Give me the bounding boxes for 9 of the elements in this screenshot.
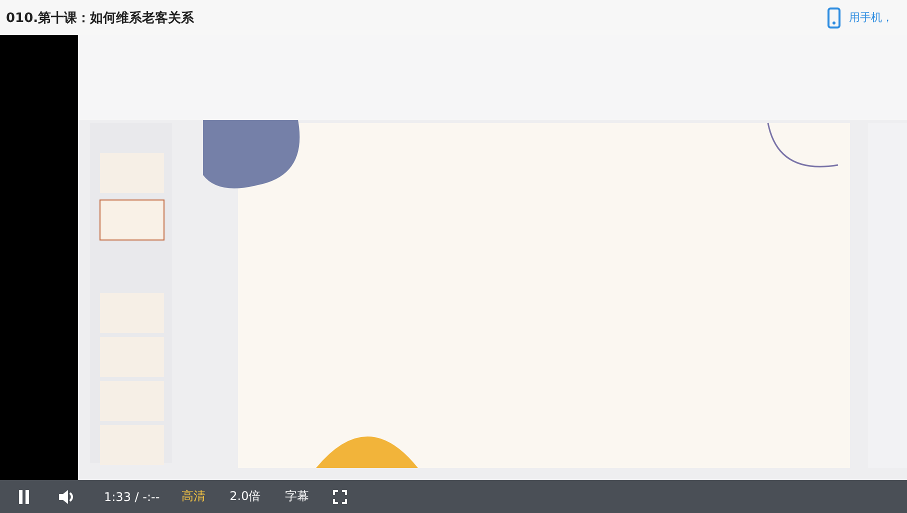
quality-button[interactable]: 高清 <box>182 488 206 505</box>
playback-time: 1:33 / -:-- <box>104 490 160 504</box>
subtitles-button[interactable]: 字幕 <box>284 488 309 505</box>
volume-button[interactable] <box>58 488 76 504</box>
phone-icon <box>827 6 841 28</box>
course-title: 010.第十课：如何维系老客关系 <box>6 10 194 26</box>
fullscreen-button[interactable] <box>332 490 347 504</box>
speed-button[interactable]: 2.0倍 <box>230 488 261 505</box>
pause-button[interactable] <box>18 490 30 504</box>
